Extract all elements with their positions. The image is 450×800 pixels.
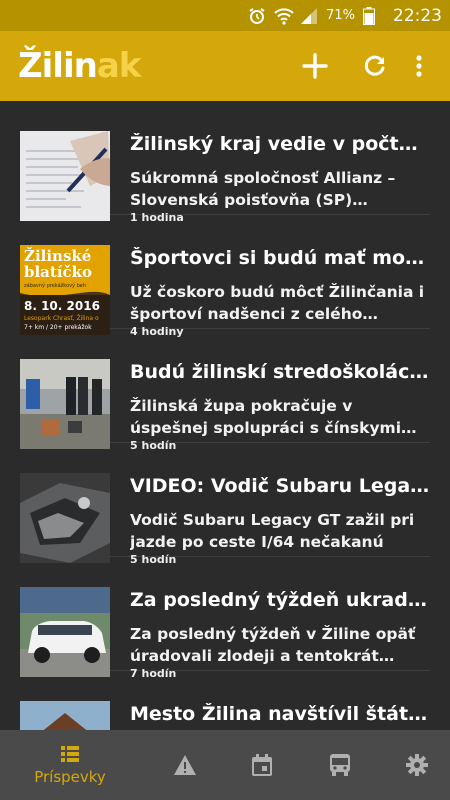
warning-icon (174, 755, 196, 775)
nav-posts[interactable]: Príspevky (20, 730, 120, 800)
article-feed[interactable]: Žilinský kraj vedie v počte poistných ud… (0, 101, 450, 730)
article-excerpt: Žilinská župa pokračuje v úspešnej spolu… (130, 397, 402, 437)
article-item[interactable]: Za posledný týždeň ukradli v Žiline Za p… (20, 557, 430, 680)
article-item[interactable]: Mesto Žilina navštívil štátny radca (20, 671, 430, 730)
article-title: Žilinský kraj vedie v počte poistných ud… (130, 133, 430, 155)
more-vertical-icon (416, 55, 422, 77)
app-logo: Žilinak (18, 46, 141, 86)
battery-percent: 71% (326, 8, 355, 23)
add-button[interactable] (298, 49, 332, 83)
calendar-icon (252, 754, 272, 776)
signal-icon (300, 7, 318, 25)
list-icon (61, 746, 79, 762)
wifi-icon (274, 7, 294, 25)
article-title: Za posledný týždeň ukradli v Žiline (130, 589, 430, 611)
article-excerpt: Vodič Subaru Legacy GT zažil pri jazde p… (130, 511, 415, 551)
app-bar: Žilinak (0, 31, 450, 101)
status-bar: 71% 22:23 (0, 0, 450, 31)
article-item[interactable]: Budú žilinskí stredoškoláci spolupracova… (20, 329, 430, 452)
nav-transport[interactable] (315, 730, 365, 800)
article-thumbnail (20, 701, 110, 730)
article-excerpt: Už čoskoro budú môcť Žilinčania i športo… (130, 283, 425, 323)
article-item[interactable]: VIDEO: Vodič Subaru Legacy GT zažil Vodi… (20, 443, 430, 566)
article-thumbnail (20, 359, 110, 449)
nav-posts-label: Príspevky (34, 768, 106, 786)
article-excerpt: Za posledný týždeň v Žiline opäť úradova… (130, 625, 416, 665)
thumb-tagline: zábavný prekážkový beh (24, 283, 86, 289)
article-excerpt: Súkromná spoločnosť Allianz – Slovenská … (130, 169, 396, 209)
article-item[interactable]: Žilinské blatíčko zábavný prekážkový beh… (20, 215, 430, 338)
thumb-text-line1: Žilinské (24, 247, 92, 265)
clock: 22:23 (393, 5, 442, 26)
thumb-date: 8. 10. 2016 (24, 299, 100, 313)
refresh-button[interactable] (358, 49, 392, 83)
thumb-place: Lesopark Chrasť, Žilina o (24, 315, 99, 322)
bus-icon (330, 754, 350, 776)
article-thumbnail: Žilinské blatíčko zábavný prekážkový beh… (20, 245, 110, 335)
gear-icon (406, 754, 428, 776)
thumb-text-line2: blatíčko (24, 263, 93, 281)
bottom-navigation: Príspevky (0, 730, 450, 800)
nav-settings[interactable] (392, 730, 442, 800)
article-item[interactable]: Žilinský kraj vedie v počte poistných ud… (20, 101, 430, 224)
battery-icon (363, 6, 381, 25)
article-thumbnail (20, 131, 110, 221)
article-thumbnail (20, 473, 110, 563)
refresh-icon (364, 55, 385, 76)
more-options-button[interactable] (402, 49, 436, 83)
nav-alerts[interactable] (160, 730, 210, 800)
article-title: Mesto Žilina navštívil štátny radca (130, 703, 430, 725)
nav-events[interactable] (237, 730, 287, 800)
plus-icon (302, 53, 328, 79)
alarm-icon (248, 7, 266, 25)
article-thumbnail (20, 587, 110, 677)
article-title: Budú žilinskí stredoškoláci spolupracova… (130, 361, 430, 383)
article-title: Športovci si budú mať možnosť zmerať sil… (130, 247, 430, 269)
article-title: VIDEO: Vodič Subaru Legacy GT zažil (130, 475, 430, 497)
